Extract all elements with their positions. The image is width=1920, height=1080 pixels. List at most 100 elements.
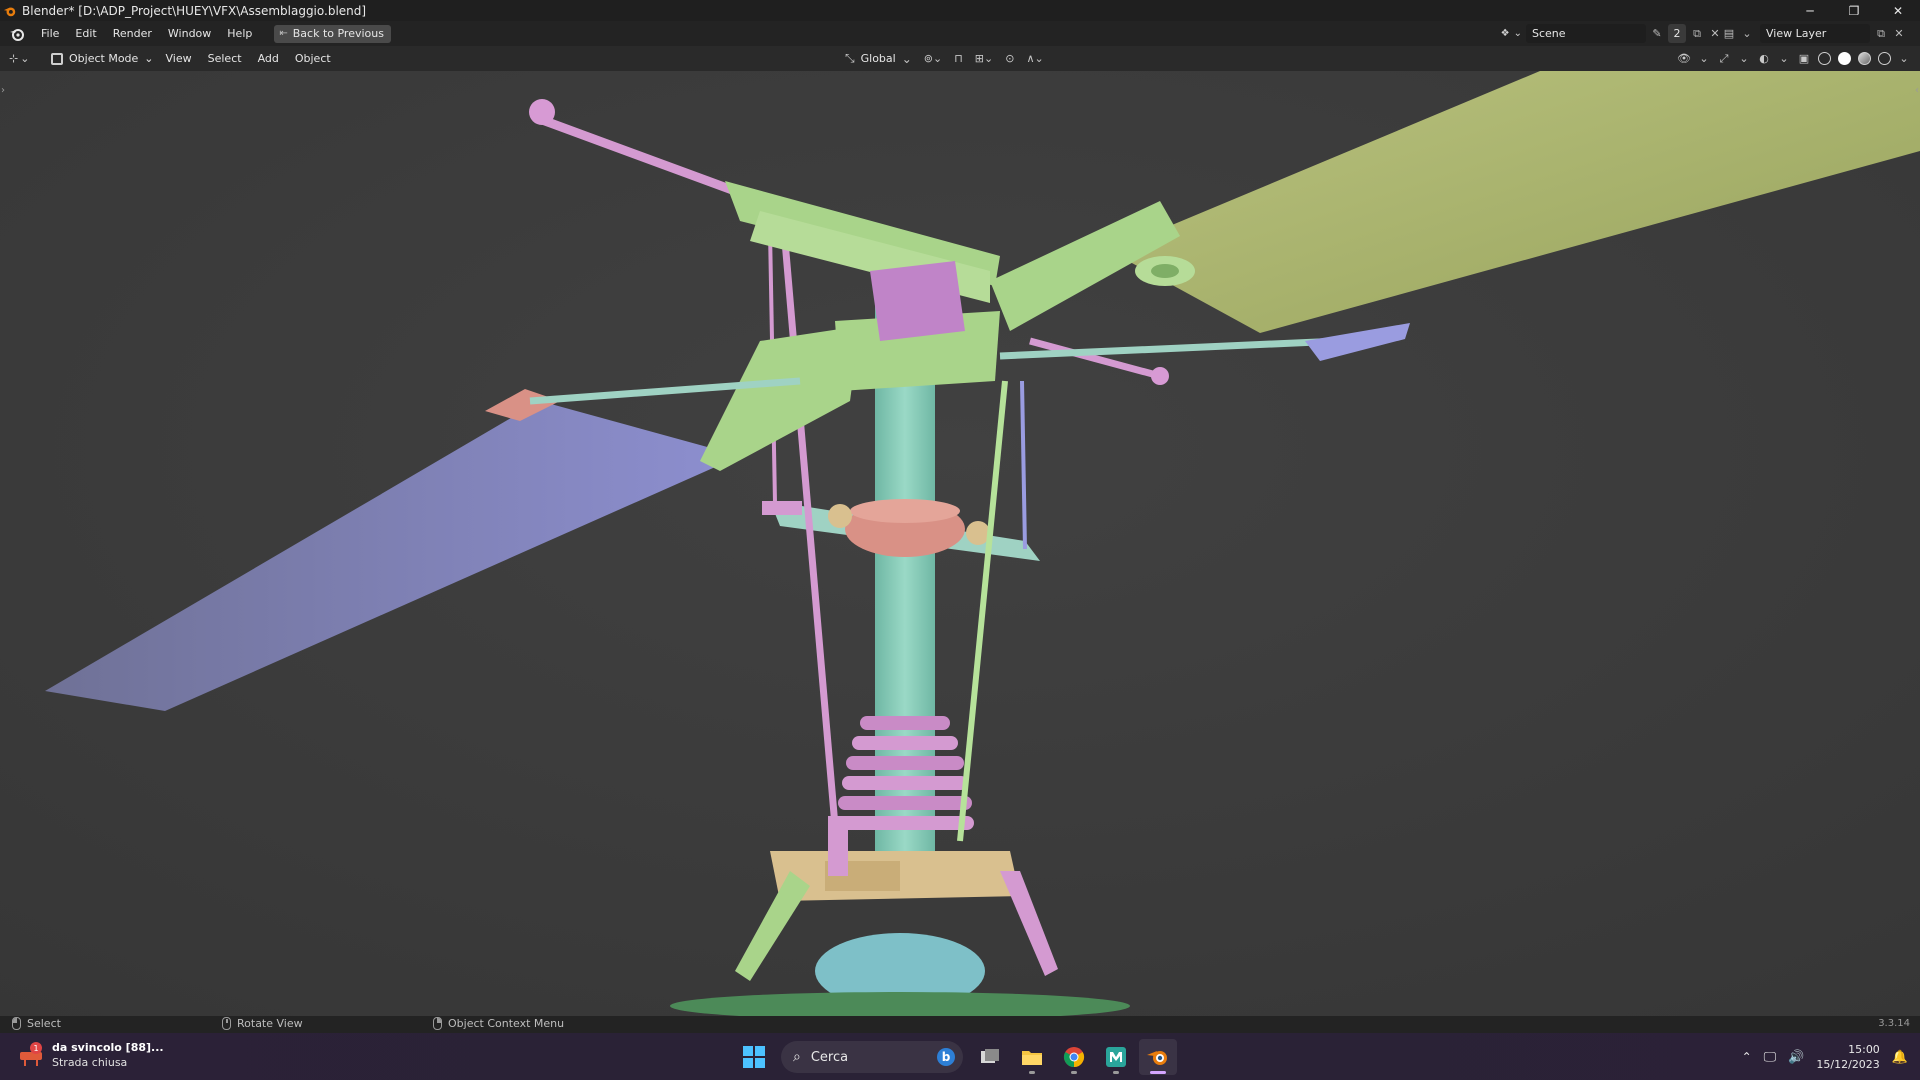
wireframe-shading-circle [1817, 52, 1831, 65]
snap-icon[interactable]: ⊓ [954, 52, 963, 65]
menu-view[interactable]: View [158, 52, 200, 65]
solid-shading-icon[interactable] [1836, 51, 1852, 67]
news-subtitle: Strada chiusa [52, 1056, 128, 1069]
status-context: Object Context Menu [433, 1017, 564, 1030]
version-label: 3.3.14 [1878, 1018, 1910, 1029]
new-scene-icon[interactable]: ⧉ [1688, 24, 1706, 43]
menu-object[interactable]: Object [287, 52, 339, 65]
mouse-right-icon [433, 1017, 442, 1030]
status-bar: Select Rotate View Object Context Menu 3… [0, 1016, 1920, 1033]
status-select: Select [12, 1017, 61, 1030]
search-label: Cerca [810, 1049, 849, 1065]
viewport-header: ⊹ ⌄ Object Mode ⌄ View Select Add Object … [0, 46, 1920, 71]
xray-icon[interactable]: ▣ [1796, 51, 1812, 67]
back-to-previous-button[interactable]: ⇤ Back to Previous [274, 24, 391, 43]
stabilizer-weight-left [529, 99, 555, 125]
menu-render[interactable]: Render [105, 21, 160, 46]
search-icon: ⌕ [793, 1049, 801, 1065]
editor-type-button[interactable]: ⊹ ⌄ [9, 52, 37, 65]
object-mode-icon [51, 52, 63, 65]
blender-app-icon [3, 7, 16, 16]
start-button[interactable] [735, 1039, 773, 1075]
rendered-shading-circle [1877, 52, 1891, 65]
clock-time: 15:00 [1848, 1043, 1880, 1056]
view-layer-browse-icon[interactable]: ▤ [1720, 24, 1738, 43]
mouse-left-icon [12, 1017, 21, 1030]
rotor-head-render [0, 71, 1920, 1016]
toolbar-expand-arrow-icon[interactable]: › [1, 85, 5, 96]
window-controls: ─ ❐ ✕ [1788, 0, 1920, 21]
chevron-down-icon[interactable]: ⌄ [902, 52, 912, 66]
news-title: da svincolo [88]... [52, 1041, 164, 1054]
system-tray: ⌃ 🖵 🔊 15:00 15/12/2023 🔔 [1742, 1039, 1908, 1075]
scene-name-field[interactable]: Scene [1526, 24, 1646, 43]
visibility-icon[interactable]: 👁 [1676, 51, 1692, 67]
pivot-point-icon[interactable]: ⊚⌄ [924, 52, 942, 65]
back-icon: ⇤ [279, 28, 288, 39]
stabilizer-weight-right [1151, 367, 1169, 385]
file-explorer-button[interactable] [1013, 1039, 1051, 1075]
menu-help[interactable]: Help [219, 21, 260, 46]
status-rotate-label: Rotate View [237, 1017, 303, 1030]
close-button[interactable]: ✕ [1876, 0, 1920, 21]
top-bar: File Edit Render Window Help ⇤ Back to P… [0, 21, 1920, 46]
sidebar-expand-arrow-icon[interactable]: ‹ [1915, 85, 1919, 96]
clock[interactable]: 15:00 15/12/2023 [1816, 1042, 1879, 1072]
chevron-down-icon[interactable]: ⌄ [1896, 51, 1912, 67]
pin-icon[interactable]: ✎ [1648, 24, 1666, 43]
taskbar-apps: ⌕ Cerca b [735, 1039, 1177, 1075]
task-view-icon [981, 1049, 999, 1063]
snap-target-icon[interactable]: ⊞⌄ [975, 52, 993, 65]
falloff-icon[interactable]: ∧⌄ [1026, 52, 1043, 65]
volume-icon[interactable]: 🔊 [1788, 1050, 1804, 1065]
blender-menu-icon[interactable] [9, 26, 25, 42]
bing-icon[interactable]: b [937, 1048, 955, 1066]
gizmo-icon[interactable]: ⤢ [1716, 51, 1732, 67]
status-context-label: Object Context Menu [448, 1017, 565, 1030]
running-indicator [1150, 1071, 1166, 1074]
chevron-down-icon[interactable]: ⌄ [1696, 51, 1712, 67]
delete-view-layer-icon[interactable]: ✕ [1890, 24, 1908, 43]
maximize-button[interactable]: ❐ [1832, 0, 1876, 21]
material-preview-icon[interactable] [1856, 51, 1872, 67]
m-app-icon [1106, 1047, 1126, 1067]
menu-file[interactable]: File [33, 21, 67, 46]
wireframe-shading-icon[interactable] [1816, 51, 1832, 67]
chevron-down-icon[interactable]: ⌄ [1736, 51, 1752, 67]
task-view-button[interactable] [971, 1039, 1009, 1075]
proportional-editing-icon[interactable]: ⊙ [1005, 52, 1014, 65]
chevron-down-icon[interactable]: ⌄ [1738, 24, 1756, 43]
scene-browse-button[interactable]: ❖ ⌄ [1501, 28, 1522, 39]
menu-select[interactable]: Select [200, 52, 250, 65]
minimize-button[interactable]: ─ [1788, 0, 1832, 21]
material-preview-circle [1857, 52, 1871, 65]
transform-orientation-dropdown[interactable]: Global [861, 52, 896, 65]
taskbar-search[interactable]: ⌕ Cerca b [781, 1041, 963, 1073]
rendered-shading-icon[interactable] [1876, 51, 1892, 67]
window-title: Blender* [D:\ADP_Project\HUEY\VFX\Assemb… [22, 3, 367, 18]
back-to-previous-label: Back to Previous [292, 27, 384, 40]
scene-users-count[interactable]: 2 [1668, 24, 1686, 43]
new-view-layer-icon[interactable]: ⧉ [1872, 24, 1890, 43]
chevron-down-icon: ⌄ [1513, 28, 1522, 39]
road-closed-icon: 1 [18, 1042, 44, 1068]
blender-taskbar-button[interactable] [1139, 1039, 1177, 1075]
object-mode-dropdown[interactable]: Object Mode ⌄ [47, 49, 158, 68]
news-widget[interactable]: 1 da svincolo [88]... Strada chiusa [18, 1040, 164, 1070]
network-icon[interactable]: 🖵 [1764, 1050, 1777, 1065]
m-app-button[interactable] [1097, 1039, 1135, 1075]
chrome-button[interactable] [1055, 1039, 1093, 1075]
overlays-icon[interactable]: ◐ [1756, 51, 1772, 67]
3d-viewport[interactable]: › ‹ [0, 71, 1920, 1016]
menu-window[interactable]: Window [160, 21, 219, 46]
chevron-down-icon: ⌄ [144, 52, 154, 65]
object-mode-label: Object Mode [69, 52, 139, 65]
windows-taskbar: 1 da svincolo [88]... Strada chiusa ⌕ Ce… [0, 1033, 1920, 1080]
notification-bell-icon[interactable]: 🔔 [1892, 1050, 1908, 1065]
menu-edit[interactable]: Edit [67, 21, 104, 46]
chevron-down-icon[interactable]: ⌄ [1776, 51, 1792, 67]
menu-add[interactable]: Add [250, 52, 287, 65]
view-layer-field[interactable]: View Layer [1760, 24, 1870, 43]
mouse-middle-icon [222, 1017, 231, 1030]
chevron-up-icon[interactable]: ⌃ [1742, 1050, 1752, 1064]
